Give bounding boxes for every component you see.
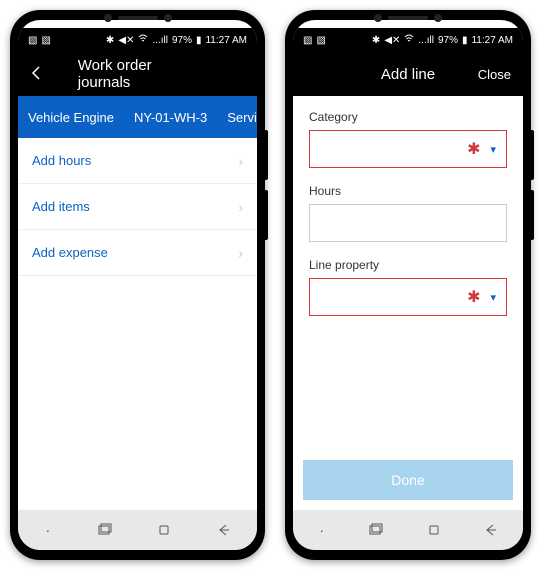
list-item-label: Add hours — [32, 153, 91, 168]
list-item-label: Add expense — [32, 245, 108, 260]
hours-label: Hours — [309, 184, 507, 198]
nav-recents-icon[interactable] — [98, 523, 118, 537]
signal-icon: ...ıll — [418, 35, 434, 46]
chevron-right-icon: › — [238, 199, 243, 215]
status-notif-icon: ▧ — [303, 35, 312, 46]
phone-frame-right: ▧ ▧ ✱ ◀✕ ...ıll 97% ▮ 11:27 AM Add line … — [285, 10, 531, 560]
battery-percent: 97% — [438, 35, 458, 46]
nav-back-icon[interactable] — [484, 523, 504, 537]
wifi-icon — [138, 34, 148, 47]
app-header: Add line Close — [293, 52, 523, 96]
wifi-icon — [404, 34, 414, 47]
category-label: Category — [309, 110, 507, 124]
android-nav-bar: · — [293, 510, 523, 550]
chevron-right-icon: › — [238, 153, 243, 169]
mute-icon: ◀✕ — [384, 35, 400, 46]
phone-sensors — [374, 14, 442, 22]
line-property-select[interactable]: ✱ ▾ — [309, 278, 507, 316]
status-bar: ▧ ▧ ✱ ◀✕ ...ıll 97% ▮ 11:27 AM — [18, 28, 257, 52]
list-content: Add hours › Add items › Add expense › — [18, 138, 257, 510]
back-button[interactable] — [30, 64, 44, 85]
nav-menu-icon[interactable]: · — [38, 522, 58, 538]
phone-frame-left: ▧ ▧ ✱ ◀✕ ...ıll 97% ▮ 11:27 AM Work orde… — [10, 10, 265, 560]
mute-icon: ◀✕ — [118, 35, 134, 46]
bluetooth-icon: ✱ — [106, 35, 114, 46]
nav-back-icon[interactable] — [217, 523, 237, 537]
screen-left: ▧ ▧ ✱ ◀✕ ...ıll 97% ▮ 11:27 AM Work orde… — [18, 20, 257, 550]
add-items-item[interactable]: Add items › — [18, 184, 257, 230]
nav-home-icon[interactable] — [157, 523, 177, 537]
battery-icon: ▮ — [462, 35, 468, 46]
status-notif-icon: ▧ — [28, 35, 37, 46]
context-tabs: Vehicle Engine NY-01-WH-3 Service — [18, 96, 257, 138]
status-time: 11:27 AM — [471, 35, 513, 46]
tab-service[interactable]: Service — [217, 110, 257, 125]
close-button[interactable]: Close — [478, 67, 511, 82]
status-notif-icon: ▧ — [41, 35, 50, 46]
status-notif-icon: ▧ — [316, 35, 325, 46]
add-expense-item[interactable]: Add expense › — [18, 230, 257, 276]
status-bar: ▧ ▧ ✱ ◀✕ ...ıll 97% ▮ 11:27 AM — [293, 28, 523, 52]
category-select[interactable]: ✱ ▾ — [309, 130, 507, 168]
tab-vehicle-engine[interactable]: Vehicle Engine — [18, 110, 124, 125]
signal-icon: ...ıll — [152, 35, 168, 46]
chevron-down-icon: ▾ — [490, 291, 496, 304]
battery-percent: 97% — [172, 35, 192, 46]
tab-workorder-id[interactable]: NY-01-WH-3 — [124, 110, 217, 125]
chevron-down-icon: ▾ — [490, 143, 496, 156]
android-nav-bar: · — [18, 510, 257, 550]
hours-input[interactable] — [309, 204, 507, 242]
add-hours-item[interactable]: Add hours › — [18, 138, 257, 184]
form-content: Category ✱ ▾ Hours Line property ✱ ▾ — [293, 96, 523, 460]
done-button[interactable]: Done — [303, 460, 513, 500]
chevron-right-icon: › — [238, 245, 243, 261]
app-header: Work order journals — [18, 52, 257, 96]
phone-sensors — [104, 14, 172, 22]
bluetooth-icon: ✱ — [372, 35, 380, 46]
page-title: Work order journals — [78, 57, 198, 91]
required-icon: ✱ — [467, 287, 480, 307]
required-icon: ✱ — [467, 139, 480, 159]
screen-right: ▧ ▧ ✱ ◀✕ ...ıll 97% ▮ 11:27 AM Add line … — [293, 20, 523, 550]
nav-menu-icon[interactable]: · — [312, 522, 332, 538]
battery-icon: ▮ — [196, 35, 202, 46]
nav-home-icon[interactable] — [427, 523, 447, 537]
nav-recents-icon[interactable] — [369, 523, 389, 537]
status-time: 11:27 AM — [205, 35, 247, 46]
line-property-label: Line property — [309, 258, 507, 272]
page-title: Add line — [381, 66, 435, 83]
list-item-label: Add items — [32, 199, 90, 214]
